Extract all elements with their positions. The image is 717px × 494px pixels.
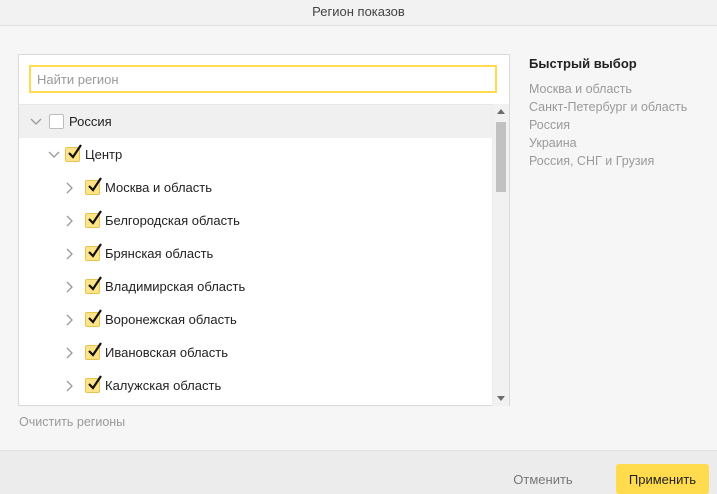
chevron-down-icon[interactable] [29, 115, 43, 129]
chevron-right-icon[interactable] [63, 280, 77, 294]
tree-row[interactable]: Белгородская область [19, 204, 492, 237]
checkbox-center[interactable] [65, 144, 82, 162]
quick-select-item[interactable]: Россия, СНГ и Грузия [529, 152, 709, 170]
quick-select: Быстрый выбор Москва и область Санкт-Пет… [529, 56, 709, 170]
tree-row-russia[interactable]: Россия [19, 105, 492, 138]
checkbox[interactable] [85, 375, 102, 393]
scroll-down-icon[interactable] [497, 396, 505, 401]
dialog-title: Регион показов [0, 0, 717, 26]
chevron-right-icon[interactable] [63, 379, 77, 393]
dialog-footer: Отменить Применить [0, 450, 717, 494]
tree-item-label: Белгородская область [105, 213, 240, 228]
checkbox-russia[interactable] [49, 114, 64, 129]
tree-item-label: Ивановская область [105, 345, 228, 360]
tree-row[interactable]: Владимирская область [19, 270, 492, 303]
tree-item-label: Владимирская область [105, 279, 246, 294]
tree-row[interactable]: Воронежская область [19, 303, 492, 336]
tree-row[interactable]: Ивановская область [19, 336, 492, 369]
tree-label-center: Центр [85, 147, 123, 162]
tree-row[interactable]: Калужская область [19, 369, 492, 402]
chevron-right-icon[interactable] [63, 313, 77, 327]
apply-button[interactable]: Применить [616, 464, 709, 494]
clear-regions-link[interactable]: Очистить регионы [19, 415, 125, 429]
quick-select-item[interactable]: Санкт-Петербург и область [529, 98, 709, 116]
chevron-right-icon[interactable] [63, 247, 77, 261]
search-wrap [29, 65, 497, 95]
tree-row-center[interactable]: Центр [19, 138, 492, 171]
checkbox[interactable] [85, 309, 102, 327]
tree-item-label: Калужская область [105, 378, 222, 393]
checkbox[interactable] [85, 342, 102, 360]
cancel-button[interactable]: Отменить [503, 464, 583, 494]
quick-select-title: Быстрый выбор [529, 56, 637, 71]
tree-label-russia: Россия [69, 114, 112, 129]
quick-select-item[interactable]: Украина [529, 134, 709, 152]
chevron-right-icon[interactable] [63, 214, 77, 228]
chevron-right-icon[interactable] [63, 181, 77, 195]
checkbox[interactable] [85, 276, 102, 294]
quick-select-item[interactable]: Москва и область [529, 80, 709, 98]
chevron-right-icon[interactable] [63, 346, 77, 360]
checkbox[interactable] [85, 177, 102, 195]
region-tree: Россия Центр Москва и область Белгородск… [19, 104, 492, 406]
scroll-thumb[interactable] [496, 122, 506, 192]
region-panel: Россия Центр Москва и область [18, 54, 510, 406]
search-input[interactable] [29, 65, 497, 93]
tree-scrollbar[interactable] [492, 104, 509, 406]
tree-row[interactable]: Москва и область [19, 171, 492, 204]
checkbox[interactable] [85, 243, 102, 261]
tree-item-label: Брянская область [105, 246, 214, 261]
quick-select-item[interactable]: Россия [529, 116, 709, 134]
chevron-down-icon[interactable] [47, 148, 61, 162]
tree-row[interactable]: Брянская область [19, 237, 492, 270]
scroll-up-icon[interactable] [497, 109, 505, 114]
tree-item-label: Воронежская область [105, 312, 237, 327]
tree-item-label: Москва и область [105, 180, 213, 195]
checkbox[interactable] [85, 210, 102, 228]
